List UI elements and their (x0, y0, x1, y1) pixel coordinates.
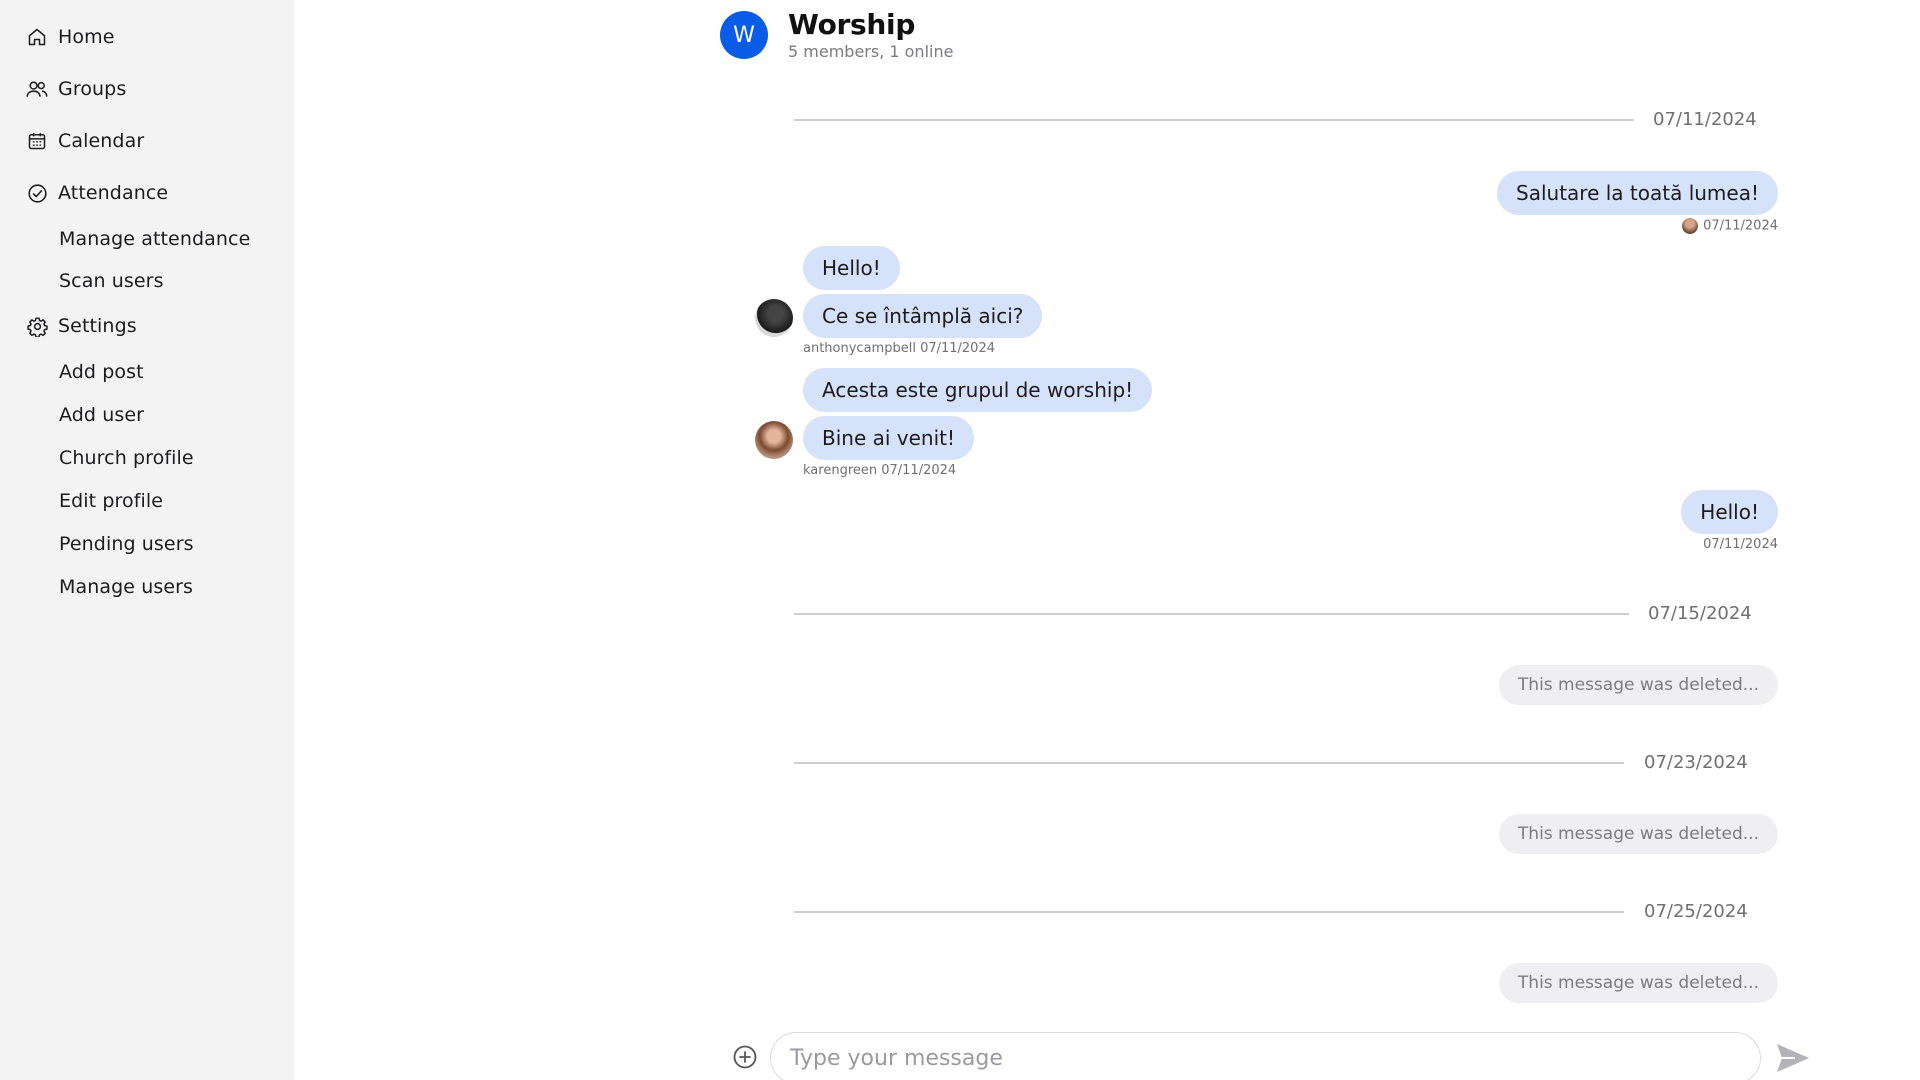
incoming-message-bubble[interactable]: Ce se întâmplă aici? (803, 294, 1043, 338)
group-members-status: 5 members, 1 online (788, 42, 954, 61)
deleted-message: This message was deleted... (1498, 814, 1778, 854)
sidebar-item-add-user[interactable]: Add user (59, 401, 144, 429)
add-attachment-button[interactable] (733, 1045, 757, 1069)
sidebar-item-settings[interactable]: Settings (26, 311, 137, 341)
message-meta: karengreen 07/11/2024 (803, 463, 957, 478)
deleted-message: This message was deleted... (1498, 963, 1778, 1003)
message-timestamp: 07/11/2024 (1703, 218, 1778, 234)
send-icon (1777, 1044, 1809, 1072)
sidebar-item-add-post[interactable]: Add post (59, 358, 144, 386)
date-separator-line (794, 119, 1634, 121)
date-separator: 07/15/2024 (1648, 603, 1752, 624)
sidebar-item-label: Home (58, 26, 115, 48)
sidebar: Home Groups Calendar Attendance Manage a… (0, 0, 294, 1080)
avatar (1682, 218, 1699, 234)
avatar[interactable] (755, 299, 793, 337)
check-circle-icon (26, 182, 48, 204)
gear-icon (26, 315, 48, 337)
message-input[interactable] (770, 1032, 1761, 1080)
outgoing-message-bubble[interactable]: Hello! (1681, 490, 1778, 534)
sidebar-item-calendar[interactable]: Calendar (26, 126, 144, 156)
plus-circle-icon (733, 1045, 757, 1069)
incoming-message-bubble[interactable]: Acesta este grupul de worship! (803, 368, 1153, 412)
sidebar-item-label: Calendar (58, 130, 145, 152)
date-separator: 07/11/2024 (1653, 109, 1757, 130)
sidebar-item-edit-profile[interactable]: Edit profile (59, 487, 163, 515)
sidebar-item-groups[interactable]: Groups (26, 74, 126, 104)
sidebar-item-scan-users[interactable]: Scan users (59, 267, 164, 295)
message-meta: anthonycampbell 07/11/2024 (803, 341, 995, 356)
avatar[interactable] (755, 421, 793, 459)
message-timestamp: 07/11/2024 (1703, 537, 1778, 552)
incoming-message-bubble[interactable]: Bine ai venit! (803, 416, 975, 460)
sidebar-item-manage-users[interactable]: Manage users (59, 573, 193, 601)
deleted-message: This message was deleted... (1498, 665, 1778, 705)
group-avatar[interactable]: W (720, 11, 768, 59)
date-separator-line (794, 762, 1624, 764)
send-button[interactable] (1775, 1042, 1811, 1074)
sidebar-item-label: Settings (58, 315, 137, 337)
sidebar-item-manage-attendance[interactable]: Manage attendance (59, 225, 250, 253)
calendar-icon (26, 130, 48, 152)
sidebar-item-label: Attendance (58, 182, 169, 204)
group-title: Worship (788, 8, 916, 41)
date-separator-line (794, 911, 1624, 913)
date-separator-line (794, 613, 1629, 615)
sidebar-item-label: Groups (58, 78, 127, 100)
date-separator: 07/23/2024 (1644, 752, 1748, 773)
groups-icon (26, 78, 48, 100)
sidebar-item-pending-users[interactable]: Pending users (59, 530, 194, 558)
sidebar-item-attendance[interactable]: Attendance (26, 178, 168, 208)
date-separator: 07/25/2024 (1644, 901, 1748, 922)
outgoing-message-bubble[interactable]: Salutare la toată lumea! (1497, 171, 1778, 215)
home-icon (26, 26, 48, 48)
sidebar-item-home[interactable]: Home (26, 22, 115, 52)
sidebar-item-church-profile[interactable]: Church profile (59, 444, 194, 472)
incoming-message-bubble[interactable]: Hello! (803, 246, 900, 290)
message-meta: 07/11/2024 (1682, 218, 1778, 234)
